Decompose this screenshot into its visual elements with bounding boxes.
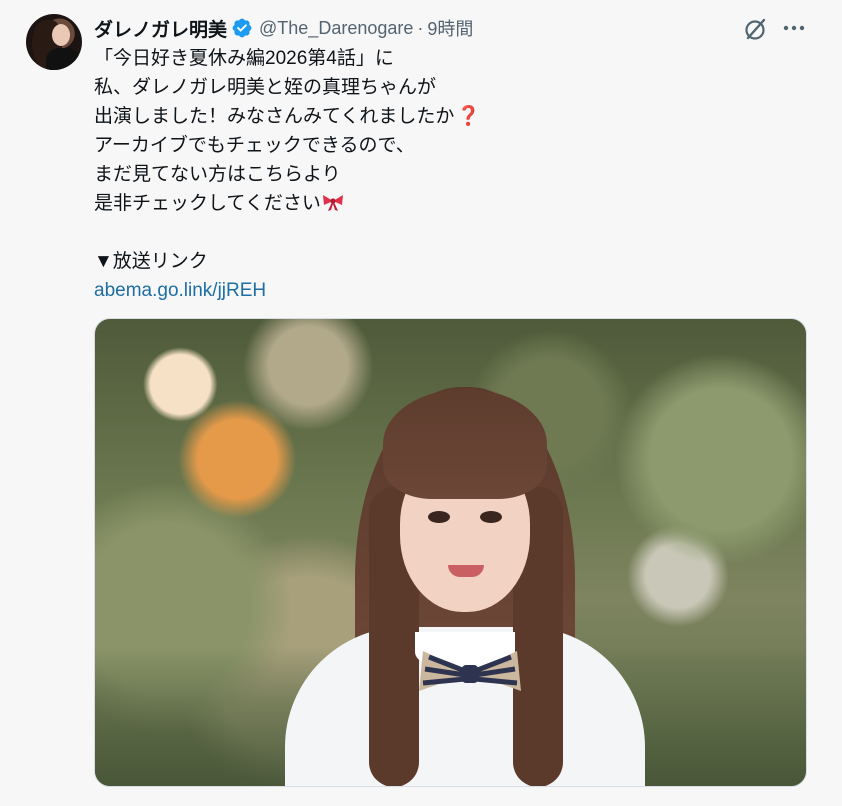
post-photo[interactable] [94,318,807,787]
author-display-name[interactable]: ダレノガレ明美 [94,15,227,42]
post-line-1: 「今日好き夏休み編2026第4話」に [94,48,394,69]
link-heading: ▼放送リンク [94,251,208,272]
more-horizontal-icon[interactable] [780,14,808,42]
post-line-4: アーカイブでもチェックできるので、 [94,135,415,156]
post-line-6-text: 是非チェックしてください [94,193,321,214]
subject-bow [419,651,521,691]
post-text: 「今日好き夏休み編2026第4話」に 私、ダレノガレ明美と姪の真理ちゃんが 出演… [94,44,794,305]
avatar-face [52,24,70,46]
photo-subject [265,377,665,786]
subject-eye-right [480,511,502,523]
broadcast-link[interactable]: abema.go.link/jjREH [94,276,794,305]
post-line-2: 私、ダレノガレ明美と姪の真理ちゃんが [94,77,437,98]
post-time[interactable]: 9時間 [427,15,473,41]
ribbon-icon [321,192,345,212]
author-handle[interactable]: @The_Darenogare [259,18,413,39]
post-line-5: まだ見てない方はこちらより [94,164,341,185]
verified-badge-icon[interactable] [231,17,253,39]
author-avatar[interactable] [26,14,82,70]
post-line-6: 是非チェックしてください [94,189,794,218]
header-separator: · [417,17,424,38]
post-line-3: 出演しました！みなさんみてくれましたか ❓ [94,102,794,131]
grok-icon[interactable] [743,16,769,42]
tweet-card[interactable]: ダレノガレ明美 @The_Darenogare · 9時間 「今日好き夏休み編2… [0,0,842,806]
post-line-3-text: 出演しました！みなさんみてくれましたか [94,106,455,127]
avatar-body [46,48,80,70]
tweet-header: ダレノガレ明美 @The_Darenogare · 9時間 [94,14,473,42]
question-emoji: ❓ [456,106,481,127]
subject-eye-left [428,511,450,523]
subject-bangs [383,389,547,499]
